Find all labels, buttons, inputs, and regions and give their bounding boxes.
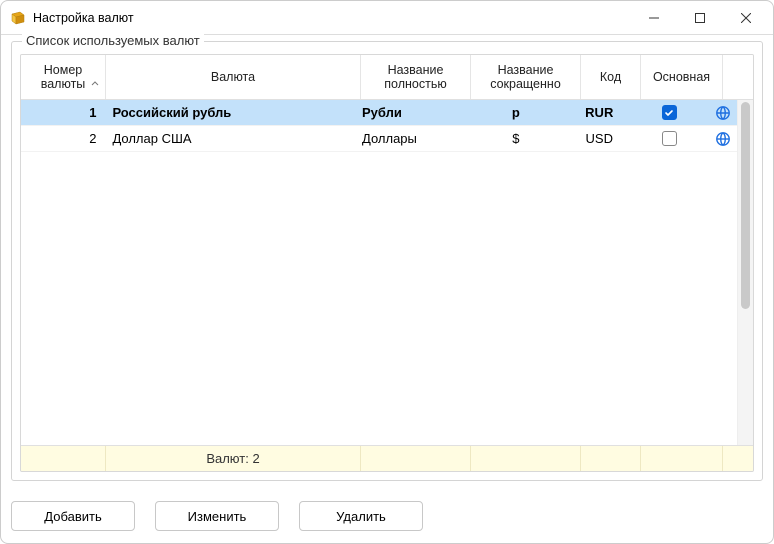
- footer-cell-count: Валют: 2: [106, 446, 361, 471]
- footer-cell-main: [641, 446, 723, 471]
- column-header-code[interactable]: Код: [581, 55, 641, 99]
- primary-checkbox[interactable]: [662, 131, 677, 146]
- window-title: Настройка валют: [33, 11, 134, 25]
- table-row[interactable]: 2Доллар СШАДоллары$USD: [21, 126, 737, 152]
- button-row: Добавить Изменить Удалить: [1, 491, 773, 543]
- footer-cell-short: [471, 446, 581, 471]
- column-header-currency-label: Валюта: [211, 70, 255, 84]
- column-header-short[interactable]: Название сокращенно: [471, 55, 581, 99]
- cell-code: USD: [570, 126, 629, 151]
- edit-button[interactable]: Изменить: [155, 501, 279, 531]
- app-icon: [9, 9, 27, 27]
- cell-number: 1: [21, 100, 104, 125]
- currency-grid: Номер валюты Валюта Название полностью Н…: [20, 54, 754, 472]
- grid-body: 1Российский рубльРублирRUR2Доллар СШАДол…: [21, 100, 753, 445]
- cell-full: Доллары: [354, 126, 462, 151]
- column-header-code-label: Код: [600, 70, 621, 84]
- sort-asc-icon: [91, 63, 99, 91]
- cell-action: [709, 126, 737, 151]
- cell-short: $: [462, 126, 570, 151]
- window: Настройка валют Список используемых валю…: [0, 0, 774, 544]
- grid-footer: Валют: 2: [21, 445, 753, 471]
- footer-cell-full: [361, 446, 471, 471]
- column-header-short-label: Название сокращенно: [490, 63, 561, 91]
- minimize-button[interactable]: [631, 2, 677, 34]
- titlebar: Настройка валют: [1, 1, 773, 35]
- add-button[interactable]: Добавить: [11, 501, 135, 531]
- column-header-full-label: Название полностью: [384, 63, 446, 91]
- primary-checkbox[interactable]: [662, 105, 677, 120]
- maximize-button[interactable]: [677, 2, 723, 34]
- column-header-main[interactable]: Основная: [641, 55, 723, 99]
- grid-header: Номер валюты Валюта Название полностью Н…: [21, 55, 753, 100]
- cell-code: RUR: [570, 100, 629, 125]
- group-label: Список используемых валют: [22, 33, 204, 48]
- footer-cell-number: [21, 446, 106, 471]
- edit-button-label: Изменить: [188, 509, 247, 524]
- column-header-main-label: Основная: [653, 70, 710, 84]
- delete-button-label: Удалить: [336, 509, 386, 524]
- cell-main: [629, 126, 710, 151]
- table-row[interactable]: 1Российский рубльРублирRUR: [21, 100, 737, 126]
- close-button[interactable]: [723, 2, 769, 34]
- cell-currency: Доллар США: [104, 126, 354, 151]
- cell-number: 2: [21, 126, 104, 151]
- column-header-number-label: Номер валюты: [41, 63, 86, 91]
- cell-currency: Российский рубль: [104, 100, 354, 125]
- footer-count-label: Валют: 2: [206, 451, 259, 466]
- column-header-action: [723, 55, 751, 99]
- scrollbar-thumb[interactable]: [741, 102, 750, 309]
- add-button-label: Добавить: [44, 509, 101, 524]
- vertical-scrollbar[interactable]: [737, 100, 753, 445]
- footer-cell-code: [581, 446, 641, 471]
- column-header-full[interactable]: Название полностью: [361, 55, 471, 99]
- cell-full: Рубли: [354, 100, 462, 125]
- globe-icon[interactable]: [715, 104, 731, 122]
- cell-action: [709, 100, 737, 125]
- cell-short: р: [462, 100, 570, 125]
- column-header-number[interactable]: Номер валюты: [21, 55, 106, 99]
- cell-main: [629, 100, 710, 125]
- delete-button[interactable]: Удалить: [299, 501, 423, 531]
- footer-cell-action: [723, 446, 751, 471]
- globe-icon[interactable]: [715, 130, 731, 148]
- column-header-currency[interactable]: Валюта: [106, 55, 361, 99]
- currency-list-group: Список используемых валют Номер валюты В…: [11, 41, 763, 481]
